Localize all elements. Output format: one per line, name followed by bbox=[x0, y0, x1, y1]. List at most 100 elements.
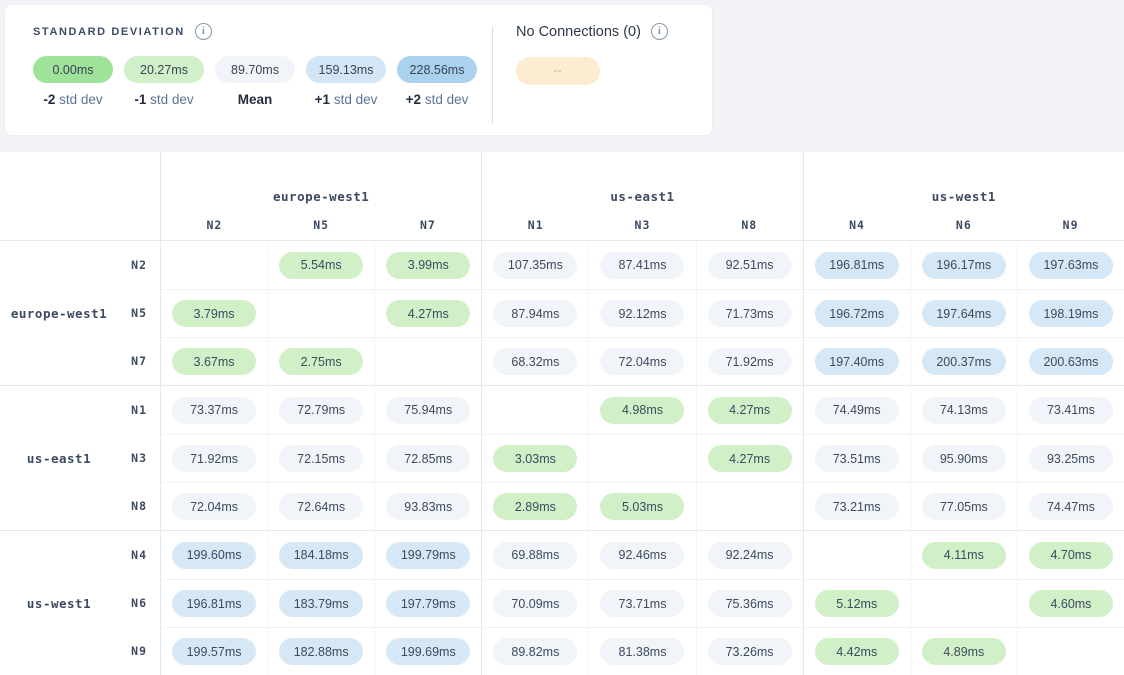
latency-cell: 4.98ms bbox=[588, 386, 695, 434]
latency-pill[interactable]: 92.51ms bbox=[708, 252, 792, 279]
latency-pill[interactable]: 4.42ms bbox=[815, 638, 899, 665]
latency-pill[interactable]: 73.26ms bbox=[708, 638, 792, 665]
latency-pill[interactable]: 197.64ms bbox=[922, 300, 1006, 327]
latency-pill[interactable]: 72.15ms bbox=[279, 445, 363, 472]
latency-cell: 72.04ms bbox=[160, 482, 267, 530]
latency-cell: 199.57ms bbox=[160, 627, 267, 675]
latency-pill[interactable]: 73.41ms bbox=[1029, 397, 1113, 424]
latency-pill[interactable]: 75.36ms bbox=[708, 590, 792, 617]
latency-cell: 71.92ms bbox=[696, 337, 803, 385]
latency-pill[interactable]: 92.24ms bbox=[708, 542, 792, 569]
latency-pill[interactable]: 5.03ms bbox=[600, 493, 684, 520]
latency-pill[interactable]: 197.40ms bbox=[815, 348, 899, 375]
latency-pill[interactable]: 3.03ms bbox=[493, 445, 577, 472]
latency-cell: 92.24ms bbox=[696, 531, 803, 579]
latency-cell: 68.32ms bbox=[481, 337, 588, 385]
latency-pill[interactable]: 199.79ms bbox=[386, 542, 470, 569]
latency-pill[interactable]: 70.09ms bbox=[493, 590, 577, 617]
latency-pill[interactable]: 2.89ms bbox=[493, 493, 577, 520]
latency-pill[interactable]: 196.72ms bbox=[815, 300, 899, 327]
latency-pill[interactable]: 183.79ms bbox=[279, 590, 363, 617]
latency-pill[interactable]: 5.54ms bbox=[279, 252, 363, 279]
latency-pill[interactable]: 3.79ms bbox=[172, 300, 256, 327]
latency-pill[interactable]: 196.81ms bbox=[815, 252, 899, 279]
latency-pill[interactable]: 196.81ms bbox=[172, 590, 256, 617]
latency-pill[interactable]: 4.89ms bbox=[922, 638, 1006, 665]
latency-pill[interactable]: 72.04ms bbox=[600, 348, 684, 375]
latency-pill[interactable]: 5.12ms bbox=[815, 590, 899, 617]
latency-pill[interactable]: 72.04ms bbox=[172, 493, 256, 520]
latency-pill[interactable]: 2.75ms bbox=[279, 348, 363, 375]
latency-pill[interactable]: 184.18ms bbox=[279, 542, 363, 569]
latency-pill[interactable]: 77.05ms bbox=[922, 493, 1006, 520]
latency-pill[interactable]: 73.71ms bbox=[600, 590, 684, 617]
latency-pill[interactable]: 87.94ms bbox=[493, 300, 577, 327]
latency-pill[interactable]: 199.57ms bbox=[172, 638, 256, 665]
latency-pill[interactable]: 182.88ms bbox=[279, 638, 363, 665]
latency-pill[interactable]: 73.21ms bbox=[815, 493, 899, 520]
latency-cell: 184.18ms bbox=[267, 531, 374, 579]
latency-pill[interactable]: 197.79ms bbox=[386, 590, 470, 617]
column-node-label: N2 bbox=[161, 218, 268, 232]
latency-pill[interactable]: 4.60ms bbox=[1029, 590, 1113, 617]
latency-pill[interactable]: 93.83ms bbox=[386, 493, 470, 520]
latency-pill[interactable]: 92.46ms bbox=[600, 542, 684, 569]
latency-pill[interactable]: 198.19ms bbox=[1029, 300, 1113, 327]
latency-pill[interactable]: 68.32ms bbox=[493, 348, 577, 375]
latency-pill[interactable]: 72.64ms bbox=[279, 493, 363, 520]
legend-stop-label: -1 std dev bbox=[134, 92, 193, 107]
latency-pill[interactable]: 3.67ms bbox=[172, 348, 256, 375]
latency-pill[interactable]: 73.37ms bbox=[172, 397, 256, 424]
latency-pill[interactable]: 4.27ms bbox=[386, 300, 470, 327]
legend-stop-pill: 0.00ms bbox=[33, 56, 113, 83]
latency-pill[interactable]: 4.27ms bbox=[708, 397, 792, 424]
latency-pill[interactable]: 200.63ms bbox=[1029, 348, 1113, 375]
latency-cell: 72.64ms bbox=[267, 482, 374, 530]
legend-stop-label: -2 std dev bbox=[43, 92, 102, 107]
latency-pill[interactable]: 73.51ms bbox=[815, 445, 899, 472]
latency-pill[interactable]: 93.25ms bbox=[1029, 445, 1113, 472]
latency-pill[interactable]: 199.60ms bbox=[172, 542, 256, 569]
info-icon[interactable]: i bbox=[195, 23, 212, 40]
no-connections-section: No Connections (0) i -- bbox=[516, 23, 668, 85]
latency-pill[interactable]: 74.47ms bbox=[1029, 493, 1113, 520]
column-node-row: N2N5N7 bbox=[161, 218, 481, 232]
latency-pill[interactable]: 107.35ms bbox=[493, 252, 577, 279]
column-node-label: N7 bbox=[375, 218, 482, 232]
latency-cell: 196.72ms bbox=[803, 289, 910, 337]
info-icon[interactable]: i bbox=[651, 23, 668, 40]
latency-pill[interactable]: 4.11ms bbox=[922, 542, 1006, 569]
latency-pill[interactable]: 72.79ms bbox=[279, 397, 363, 424]
latency-pill[interactable]: 92.12ms bbox=[600, 300, 684, 327]
latency-cell: 199.79ms bbox=[374, 531, 481, 579]
latency-pill[interactable]: 87.41ms bbox=[600, 252, 684, 279]
column-node-label: N6 bbox=[910, 218, 1017, 232]
latency-pill[interactable]: 71.92ms bbox=[172, 445, 256, 472]
legend-title: STANDARD DEVIATION bbox=[33, 26, 185, 38]
latency-pill[interactable]: 69.88ms bbox=[493, 542, 577, 569]
latency-pill[interactable]: 200.37ms bbox=[922, 348, 1006, 375]
latency-pill[interactable]: 4.70ms bbox=[1029, 542, 1113, 569]
latency-pill[interactable]: 81.38ms bbox=[600, 638, 684, 665]
latency-pill[interactable]: 74.13ms bbox=[922, 397, 1006, 424]
latency-pill[interactable]: 89.82ms bbox=[493, 638, 577, 665]
latency-cell: 71.92ms bbox=[160, 434, 267, 482]
latency-cell: 77.05ms bbox=[910, 482, 1017, 530]
latency-pill[interactable]: 199.69ms bbox=[386, 638, 470, 665]
latency-pill[interactable]: 74.49ms bbox=[815, 397, 899, 424]
latency-pill[interactable]: 95.90ms bbox=[922, 445, 1006, 472]
latency-pill[interactable]: 4.98ms bbox=[600, 397, 684, 424]
latency-pill[interactable]: 196.17ms bbox=[922, 252, 1006, 279]
latency-pill[interactable]: 3.99ms bbox=[386, 252, 470, 279]
latency-pill[interactable]: 71.92ms bbox=[708, 348, 792, 375]
column-node-label: N9 bbox=[1017, 218, 1124, 232]
latency-cell: 107.35ms bbox=[481, 241, 588, 289]
latency-pill[interactable]: 72.85ms bbox=[386, 445, 470, 472]
latency-pill[interactable]: 4.27ms bbox=[708, 445, 792, 472]
latency-pill[interactable]: 75.94ms bbox=[386, 397, 470, 424]
latency-pill[interactable]: 197.63ms bbox=[1029, 252, 1113, 279]
latency-cell: 93.25ms bbox=[1017, 434, 1124, 482]
column-node-row: N4N6N9 bbox=[804, 218, 1124, 232]
latency-pill[interactable]: 71.73ms bbox=[708, 300, 792, 327]
latency-cell: 5.03ms bbox=[588, 482, 695, 530]
